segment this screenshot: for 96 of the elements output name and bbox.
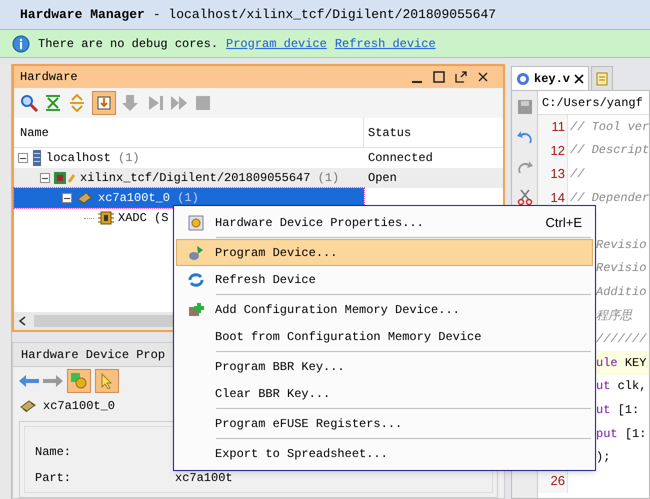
menu-item-label: Program Device... <box>215 244 338 262</box>
info-icon <box>12 34 30 52</box>
property-label: Name: <box>35 444 72 461</box>
property-label: Part: <box>35 470 72 487</box>
tab-label: key.v <box>534 70 570 88</box>
collapse-toggle[interactable] <box>40 173 50 183</box>
collapse-toggle[interactable] <box>18 153 28 163</box>
code-comment: Additio <box>596 284 646 299</box>
tree-item-label[interactable]: xilinx_tcf/Digilent/201809055647 (1) <box>80 169 340 187</box>
menu-item[interactable]: Export to Spreadsheet... <box>176 440 593 467</box>
column-header[interactable]: Status <box>364 124 412 142</box>
code-line: ut clk, <box>596 379 646 394</box>
line-number: 13 <box>550 165 565 184</box>
expand-all-icon[interactable] <box>68 94 86 112</box>
line-number: 12 <box>550 142 565 160</box>
menu-item-label: Export to Spreadsheet... <box>215 446 389 462</box>
float-icon[interactable] <box>455 71 467 83</box>
tree-item-label[interactable]: XADC (S <box>118 209 168 227</box>
shortcut-label: Ctrl+E <box>546 214 583 232</box>
menu-item-label: Program eFUSE Registers... <box>215 416 404 432</box>
pointer-button[interactable] <box>95 369 119 393</box>
menu-item[interactable]: Refresh Device <box>176 266 593 293</box>
forward-arrow-icon[interactable] <box>43 374 63 388</box>
code-line: ule KEY <box>596 356 646 370</box>
adc-icon <box>98 211 114 225</box>
menu-item[interactable]: Hardware Device Properties... Ctrl+E <box>176 209 593 236</box>
file-path: C:/Users/yangf <box>542 94 643 112</box>
line-number: 11 <box>552 118 565 136</box>
save-icon[interactable] <box>516 99 532 115</box>
column-header[interactable]: Name <box>14 118 364 147</box>
fast-forward-icon[interactable] <box>170 94 188 112</box>
menu-item[interactable]: Program BBR Key... <box>176 353 593 380</box>
collapse-all-icon[interactable] <box>44 94 62 112</box>
code-comment: // Tool ver <box>570 120 650 134</box>
server-icon <box>32 150 42 166</box>
stop-icon[interactable] <box>194 94 212 112</box>
document-icon <box>596 72 608 86</box>
menu-item-label: Boot from Configuration Memory Device <box>215 328 482 346</box>
search-icon[interactable] <box>20 94 38 112</box>
code-line: ); <box>596 450 610 464</box>
code-comment: 程序思 <box>596 308 632 323</box>
device-name: xc7a100t_0 <box>43 398 116 415</box>
step-icon[interactable] <box>146 94 164 112</box>
menu-item[interactable]: Program Device... <box>176 239 593 266</box>
menu-item-label: Hardware Device Properties... <box>215 214 425 232</box>
panel-title: Hardware <box>20 69 78 86</box>
editor-tab[interactable] <box>591 66 614 90</box>
down-arrow-icon[interactable] <box>122 94 140 112</box>
verilog-file-icon <box>516 72 530 86</box>
code-line: ut [1: <box>596 402 640 417</box>
board-icon <box>54 171 76 185</box>
menu-item[interactable]: Program eFUSE Registers... <box>176 410 593 437</box>
menu-item-label: Clear BBR Key... <box>215 386 332 402</box>
back-arrow-icon[interactable] <box>19 374 39 388</box>
line-number: 14 <box>550 188 565 207</box>
menu-item-label: Add Configuration Memory Device... <box>215 302 461 318</box>
window-title: Hardware Manager <box>20 6 145 24</box>
line-number: 26 <box>550 472 565 490</box>
close-icon[interactable] <box>574 74 584 84</box>
chip-icon <box>19 399 37 413</box>
cursor-icon <box>100 373 114 389</box>
menu-item-label: Program BBR Key... <box>215 358 346 376</box>
window-subtitle: - localhost/xilinx_tcf/Digilent/201809055647 <box>152 6 496 24</box>
add-memory-icon <box>188 302 204 318</box>
collapse-toggle[interactable] <box>62 193 72 203</box>
code-comment: // <box>570 166 584 181</box>
close-icon[interactable] <box>477 71 489 83</box>
panel-title: Hardware Device Prop <box>21 346 166 364</box>
settings-button[interactable] <box>67 369 91 393</box>
undo-icon[interactable] <box>516 129 532 145</box>
editor-tab[interactable]: key.v <box>511 66 590 90</box>
scissors-icon[interactable] <box>516 189 532 205</box>
menu-item[interactable]: Boot from Configuration Memory Device <box>176 323 593 350</box>
code-comment: Revisio <box>596 261 646 276</box>
code-line: put [1: <box>596 426 646 441</box>
maximize-icon[interactable] <box>433 71 445 83</box>
code-comment: /////// <box>596 332 646 346</box>
auto-connect-button[interactable] <box>92 91 116 115</box>
property-value: xc7a100t <box>175 470 233 487</box>
download-icon <box>96 95 112 111</box>
scroll-left-icon <box>18 316 26 326</box>
menu-item[interactable]: Clear BBR Key... <box>176 380 593 407</box>
code-comment: // Descript <box>570 143 650 158</box>
info-message: There are no debug cores. <box>38 36 218 52</box>
info-link[interactable]: Program device <box>226 34 327 52</box>
redo-icon[interactable] <box>516 159 532 175</box>
status-cell-text: Connected <box>367 150 433 167</box>
code-comment: Revisio <box>596 238 646 252</box>
refresh-icon <box>188 272 204 288</box>
menu-item-label: Refresh Device <box>215 272 317 288</box>
menu-item[interactable]: Add Configuration Memory Device... <box>176 296 593 323</box>
chip-icon <box>76 191 94 205</box>
status-cell-text: Open <box>367 170 397 187</box>
code-comment: // Depender <box>570 190 650 205</box>
info-link[interactable]: Refresh device <box>334 34 436 52</box>
tree-item-label[interactable]: localhost (1) <box>46 149 140 167</box>
